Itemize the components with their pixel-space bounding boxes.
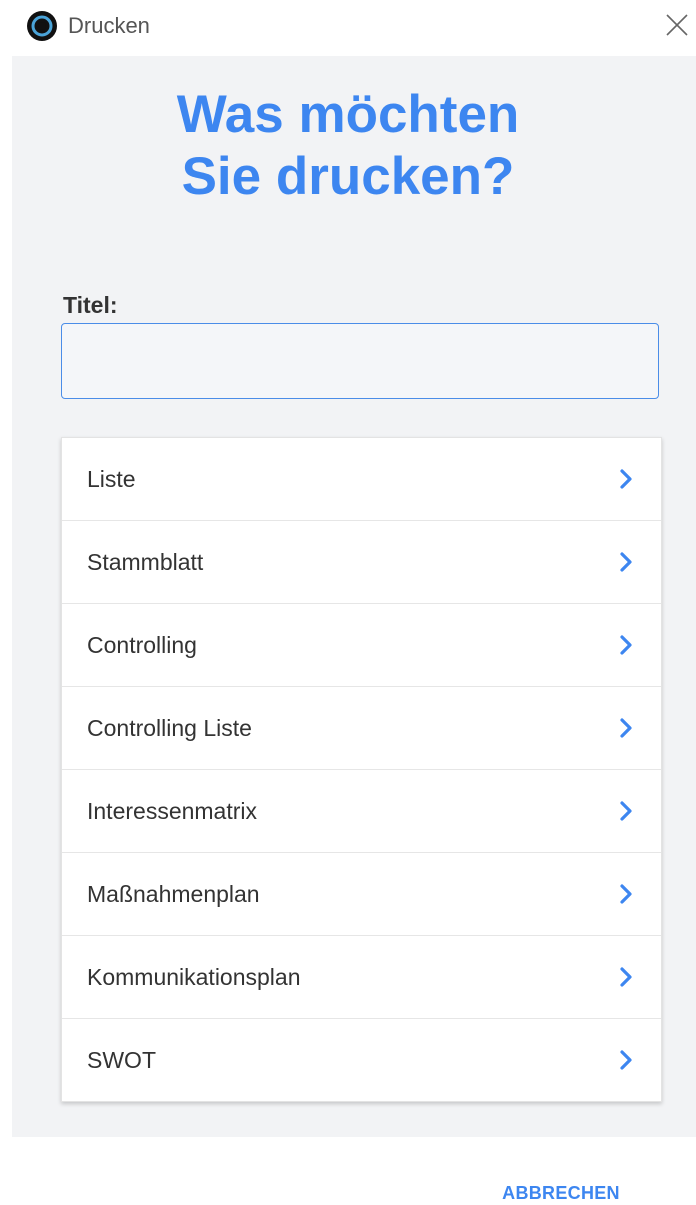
option-kommunikationsplan[interactable]: Kommunikationsplan (62, 936, 661, 1019)
title-input[interactable] (61, 323, 659, 399)
option-massnahmenplan[interactable]: Maßnahmenplan (62, 853, 661, 936)
app-logo-icon (27, 11, 57, 41)
chevron-right-icon (619, 967, 633, 987)
chevron-right-icon (619, 469, 633, 489)
window-title: Drucken (68, 13, 150, 38)
title-bar: Drucken (0, 0, 696, 52)
option-liste[interactable]: Liste (62, 438, 661, 521)
list-item-label: Maßnahmenplan (87, 881, 260, 907)
chevron-right-icon (619, 635, 633, 655)
option-controlling-liste[interactable]: Controlling Liste (62, 687, 661, 770)
page-title-line-2: Sie drucken? (181, 147, 515, 206)
chevron-right-icon (619, 884, 633, 904)
option-swot[interactable]: SWOT (62, 1019, 661, 1101)
list-item-label: Kommunikationsplan (87, 964, 301, 990)
option-interessenmatrix[interactable]: Interessenmatrix (62, 770, 661, 853)
option-controlling[interactable]: Controlling (62, 604, 661, 687)
page-title: Was möchten Sie drucken? (0, 84, 696, 208)
chevron-right-icon (619, 718, 633, 738)
cancel-button[interactable]: ABBRECHEN (490, 1183, 632, 1204)
list-item-label: Controlling (87, 632, 197, 658)
option-stammblatt[interactable]: Stammblatt (62, 521, 661, 604)
title-field-label: Titel: (63, 292, 118, 318)
page-title-line-1: Was möchten (176, 85, 520, 144)
close-icon[interactable] (662, 10, 692, 40)
chevron-right-icon (619, 1050, 633, 1070)
chevron-right-icon (619, 801, 633, 821)
list-item-label: Liste (87, 466, 136, 492)
list-item-label: SWOT (87, 1047, 156, 1073)
list-item-label: Interessenmatrix (87, 798, 258, 824)
list-item-label: Controlling Liste (87, 715, 252, 741)
print-options-list: Liste Stammblatt Controlling Controlling… (61, 437, 662, 1102)
list-item-label: Stammblatt (87, 549, 204, 575)
chevron-right-icon (619, 552, 633, 572)
print-dialog: Drucken Was möchten Sie drucken? Titel: … (0, 0, 696, 1205)
